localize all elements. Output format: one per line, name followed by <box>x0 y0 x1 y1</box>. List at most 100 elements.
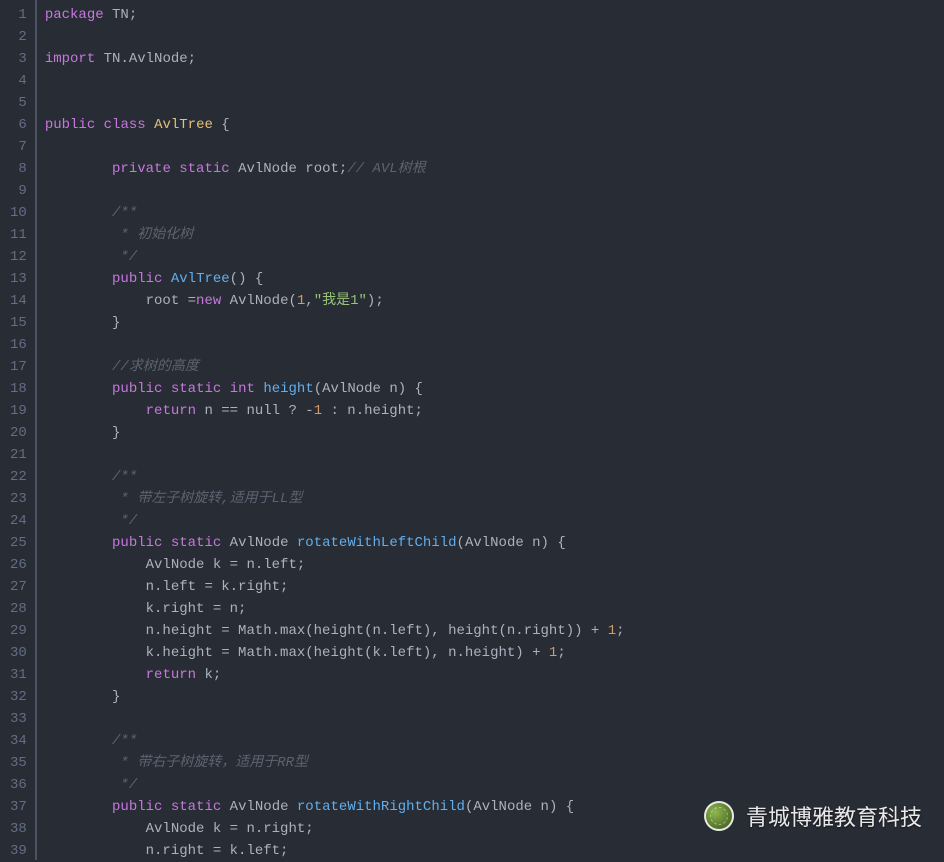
token-punc: AvlNode k = n.right; <box>45 821 314 837</box>
token-punc: : n.height; <box>322 403 423 419</box>
token-punc <box>162 799 170 815</box>
code-line[interactable]: * 初始化树 <box>45 224 944 246</box>
line-number: 22 <box>10 466 27 488</box>
token-kw-mod: private <box>112 161 171 177</box>
line-number: 29 <box>10 620 27 642</box>
code-line[interactable]: } <box>45 422 944 444</box>
line-number: 3 <box>10 48 27 70</box>
code-line[interactable]: public class AvlTree { <box>45 114 944 136</box>
code-line[interactable]: * 带左子树旋转,适用于LL型 <box>45 488 944 510</box>
line-number: 2 <box>10 26 27 48</box>
watermark: 青城博雅教育科技 <box>704 800 922 832</box>
code-line[interactable]: * 带右子树旋转，适用于RR型 <box>45 752 944 774</box>
code-line[interactable] <box>45 180 944 202</box>
token-punc <box>45 667 146 683</box>
line-number: 30 <box>10 642 27 664</box>
token-punc: , <box>305 293 313 309</box>
code-line[interactable]: root =new AvlNode(1,"我是1"); <box>45 290 944 312</box>
code-line[interactable]: public AvlTree() { <box>45 268 944 290</box>
line-number: 26 <box>10 554 27 576</box>
code-line[interactable]: /** <box>45 466 944 488</box>
token-classname: AvlTree <box>154 117 213 133</box>
code-line[interactable]: n.right = k.left; <box>45 840 944 862</box>
token-punc: n.left = k.right; <box>45 579 289 595</box>
code-line[interactable]: //求树的高度 <box>45 356 944 378</box>
code-line[interactable]: AvlNode k = n.left; <box>45 554 944 576</box>
token-punc: n == null ? - <box>196 403 314 419</box>
token-kw-mod: static <box>171 535 221 551</box>
line-number: 10 <box>10 202 27 224</box>
code-area[interactable]: package TN; import TN.AvlNode; public clas… <box>37 0 944 860</box>
token-punc <box>95 117 103 133</box>
code-editor[interactable]: 1234567891011121314151617181920212223242… <box>0 0 944 860</box>
token-punc <box>45 491 112 507</box>
code-line[interactable]: package TN; <box>45 4 944 26</box>
token-kw-pkg: import <box>45 51 95 67</box>
code-line[interactable]: public static AvlNode rotateWithLeftChil… <box>45 532 944 554</box>
token-punc <box>162 271 170 287</box>
token-comment: /** <box>112 469 137 485</box>
token-type: AvlNode root <box>238 161 339 177</box>
line-number: 13 <box>10 268 27 290</box>
code-line[interactable] <box>45 334 944 356</box>
token-punc: (AvlNode n) { <box>314 381 423 397</box>
code-line[interactable]: return k; <box>45 664 944 686</box>
line-number: 8 <box>10 158 27 180</box>
code-line[interactable] <box>45 708 944 730</box>
line-number: 18 <box>10 378 27 400</box>
code-line[interactable]: /** <box>45 202 944 224</box>
token-kw-mod: int <box>230 381 255 397</box>
line-number: 5 <box>10 92 27 114</box>
token-kw-mod: public <box>112 535 162 551</box>
token-type: TN.AvlNode <box>104 51 188 67</box>
line-number: 14 <box>10 290 27 312</box>
line-number: 36 <box>10 774 27 796</box>
token-punc <box>221 381 229 397</box>
line-number: 4 <box>10 70 27 92</box>
code-line[interactable]: private static AvlNode root;// AVL树根 <box>45 158 944 180</box>
token-num: 1 <box>314 403 322 419</box>
code-line[interactable]: } <box>45 312 944 334</box>
token-kw-mod: public <box>45 117 95 133</box>
token-punc: AvlNode( <box>221 293 297 309</box>
code-line[interactable]: /** <box>45 730 944 752</box>
code-line[interactable]: } <box>45 686 944 708</box>
token-punc: k.right = n; <box>45 601 247 617</box>
token-punc <box>45 733 112 749</box>
token-punc: } <box>45 425 121 441</box>
code-line[interactable] <box>45 70 944 92</box>
token-punc <box>45 513 112 529</box>
token-comment: //求树的高度 <box>112 359 199 375</box>
code-line[interactable] <box>45 444 944 466</box>
code-line[interactable]: public static int height(AvlNode n) { <box>45 378 944 400</box>
token-punc: n.height = Math.max(height(n.left), heig… <box>45 623 608 639</box>
token-punc <box>45 161 112 177</box>
token-punc: AvlNode <box>221 799 297 815</box>
token-kw-class: class <box>104 117 146 133</box>
token-num: 1 <box>608 623 616 639</box>
line-number: 17 <box>10 356 27 378</box>
token-punc <box>45 535 112 551</box>
code-line[interactable]: */ <box>45 246 944 268</box>
line-number: 37 <box>10 796 27 818</box>
code-line[interactable]: return n == null ? -1 : n.height; <box>45 400 944 422</box>
token-punc <box>230 161 238 177</box>
code-line[interactable] <box>45 92 944 114</box>
token-kw-new: new <box>196 293 221 309</box>
token-kw-pkg: package <box>45 7 104 23</box>
code-line[interactable]: n.height = Math.max(height(n.left), heig… <box>45 620 944 642</box>
code-line[interactable]: n.left = k.right; <box>45 576 944 598</box>
code-line[interactable] <box>45 26 944 48</box>
code-line[interactable]: k.right = n; <box>45 598 944 620</box>
line-number: 25 <box>10 532 27 554</box>
code-line[interactable]: k.height = Math.max(height(k.left), n.he… <box>45 642 944 664</box>
line-number: 15 <box>10 312 27 334</box>
code-line[interactable]: */ <box>45 774 944 796</box>
token-punc: root = <box>45 293 196 309</box>
token-punc: k; <box>196 667 221 683</box>
token-kw-mod: static <box>179 161 229 177</box>
code-line[interactable]: import TN.AvlNode; <box>45 48 944 70</box>
code-line[interactable] <box>45 136 944 158</box>
code-line[interactable]: */ <box>45 510 944 532</box>
token-punc: AvlNode k = n.left; <box>45 557 305 573</box>
